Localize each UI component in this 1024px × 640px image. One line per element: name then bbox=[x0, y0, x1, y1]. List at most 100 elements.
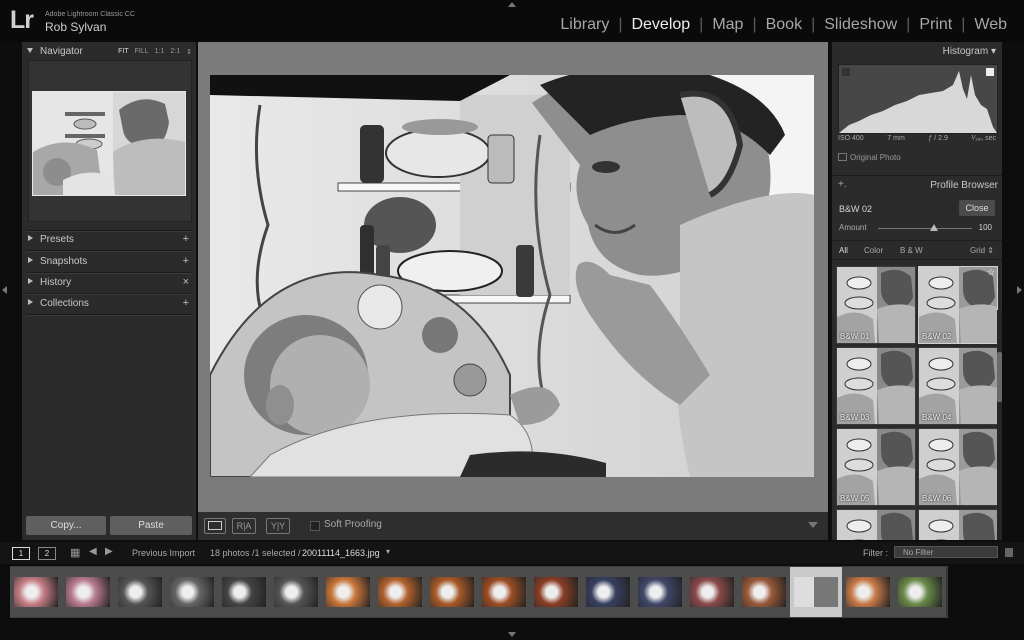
soft-proofing-label: Soft Proofing bbox=[324, 519, 382, 530]
filter-color[interactable]: Color bbox=[864, 246, 883, 255]
filmstrip-thumbnail[interactable] bbox=[166, 567, 219, 617]
filter-bw[interactable]: B & W bbox=[900, 246, 923, 255]
profile-thumbnail[interactable]: B&W 06 bbox=[918, 428, 998, 506]
snapshots-header[interactable]: Snapshots + bbox=[22, 252, 196, 272]
filter-lock-icon[interactable] bbox=[1005, 548, 1013, 557]
original-photo-toggle[interactable]: Original Photo bbox=[838, 153, 901, 162]
zoom-fill[interactable]: FILL bbox=[135, 48, 149, 56]
filename-dropdown-icon[interactable]: ▾ bbox=[386, 547, 390, 556]
profile-preview-image bbox=[919, 510, 997, 540]
paste-settings-button[interactable]: Paste bbox=[110, 516, 192, 535]
main-photo[interactable] bbox=[210, 75, 814, 477]
zoom-2-1[interactable]: 2:1 bbox=[170, 48, 180, 56]
profile-thumbnail[interactable] bbox=[836, 509, 916, 540]
toolbar-options-chevron-icon[interactable] bbox=[808, 522, 818, 528]
module-book[interactable]: Book bbox=[757, 16, 811, 34]
soft-proofing-checkbox[interactable] bbox=[310, 521, 320, 531]
filmstrip-source[interactable]: Previous Import bbox=[132, 548, 195, 558]
current-profile-name: B&W 02 bbox=[839, 204, 873, 214]
filmstrip-thumbnail[interactable] bbox=[582, 567, 635, 617]
back-arrow-icon[interactable]: ◀ bbox=[89, 546, 97, 557]
second-monitor-button[interactable]: 2 bbox=[38, 547, 56, 560]
filmstrip-thumbnail[interactable] bbox=[894, 567, 947, 617]
zoom-1-1[interactable]: 1:1 bbox=[155, 48, 165, 56]
filmstrip-thumbnail[interactable] bbox=[686, 567, 739, 617]
clear-history-icon[interactable]: × bbox=[183, 276, 189, 288]
filter-dropdown[interactable]: No Filter bbox=[894, 546, 998, 558]
amount-slider-knob[interactable] bbox=[930, 224, 939, 231]
add-snapshot-icon[interactable]: + bbox=[183, 255, 189, 267]
profile-scrollbar[interactable] bbox=[997, 310, 1002, 540]
profile-name: B&W 01 bbox=[840, 332, 870, 341]
before-after-lr-button[interactable]: R|A bbox=[232, 518, 256, 534]
copy-settings-button[interactable]: Copy... bbox=[26, 516, 106, 535]
profile-view-dropdown[interactable]: Grid ⇕ bbox=[970, 246, 994, 255]
collections-header[interactable]: Collections + bbox=[22, 294, 196, 314]
add-preset-icon[interactable]: + bbox=[183, 233, 189, 245]
navigator-header[interactable]: Navigator FIT FILL 1:1 2:1 ⇕ bbox=[22, 42, 196, 62]
module-web[interactable]: Web bbox=[965, 16, 1016, 34]
profile-thumbnail[interactable] bbox=[918, 509, 998, 540]
profile-browser-close-button[interactable]: Close bbox=[959, 200, 995, 216]
histogram-title-text: Histogram bbox=[942, 46, 989, 57]
filmstrip-thumbnail[interactable] bbox=[530, 567, 583, 617]
zoom-more[interactable]: ⇕ bbox=[186, 48, 192, 56]
favorite-star-icon[interactable]: ☆ bbox=[987, 267, 995, 278]
module-slideshow[interactable]: Slideshow bbox=[815, 16, 906, 34]
thumbnail-image bbox=[690, 577, 734, 607]
collapse-bottom-arrow[interactable] bbox=[508, 632, 516, 637]
filmstrip-thumbnail[interactable] bbox=[842, 567, 895, 617]
module-library[interactable]: Library bbox=[551, 16, 618, 34]
add-profile-icon[interactable]: +. bbox=[838, 179, 847, 190]
profile-thumbnail[interactable]: B&W 03 bbox=[836, 347, 916, 425]
collapse-right-arrow[interactable] bbox=[1017, 286, 1022, 294]
main-monitor-button[interactable]: 1 bbox=[12, 547, 30, 560]
loupe-view-button[interactable] bbox=[204, 518, 226, 534]
filmstrip-thumbnail[interactable] bbox=[634, 567, 687, 617]
thumbnail-image bbox=[586, 577, 630, 607]
profile-thumbnail[interactable]: B&W 01 bbox=[836, 266, 916, 344]
app-name: Adobe Lightroom Classic CC bbox=[45, 11, 135, 18]
filmstrip-thumbnail[interactable] bbox=[790, 567, 843, 617]
collapse-top-arrow[interactable] bbox=[508, 2, 516, 7]
filmstrip-header: 1 2 ▦ ◀ ▶ Previous Import 18 photos /1 s… bbox=[0, 542, 1024, 564]
filmstrip-thumbnail[interactable] bbox=[62, 567, 115, 617]
filmstrip-thumbnail[interactable] bbox=[218, 567, 271, 617]
collections-label: Collections bbox=[40, 298, 89, 309]
profile-thumbnail[interactable]: B&W 05 bbox=[836, 428, 916, 506]
module-develop[interactable]: Develop bbox=[622, 16, 699, 34]
zoom-fit[interactable]: FIT bbox=[118, 48, 129, 56]
profile-thumbnail[interactable]: B&W 02 ☆ bbox=[918, 266, 998, 344]
filmstrip-thumbnail[interactable] bbox=[738, 567, 791, 617]
filmstrip-thumbnail[interactable] bbox=[10, 567, 63, 617]
amount-value[interactable]: 100 bbox=[979, 223, 992, 232]
shadow-clipping-icon[interactable] bbox=[842, 68, 850, 76]
histogram-graph[interactable] bbox=[838, 64, 998, 134]
filmstrip-thumbnail[interactable] bbox=[426, 567, 479, 617]
filmstrip-thumbnail[interactable] bbox=[478, 567, 531, 617]
history-header[interactable]: History × bbox=[22, 273, 196, 293]
histogram-title[interactable]: Histogram ▾ bbox=[943, 46, 996, 57]
profile-name: B&W 05 bbox=[840, 494, 870, 503]
module-print[interactable]: Print bbox=[910, 16, 961, 34]
filter-all[interactable]: All bbox=[839, 246, 848, 255]
navigator-thumbnail[interactable] bbox=[32, 91, 186, 196]
filmstrip-thumbnail[interactable] bbox=[374, 567, 427, 617]
before-after-tb-button[interactable]: Y|Y bbox=[266, 518, 290, 534]
photo-thumbnail-image bbox=[33, 92, 185, 195]
collapse-left-arrow[interactable] bbox=[2, 286, 7, 294]
highlight-clipping-icon[interactable] bbox=[986, 68, 994, 76]
profile-thumbnail[interactable]: B&W 04 bbox=[918, 347, 998, 425]
grid-view-icon[interactable]: ▦ bbox=[70, 546, 80, 559]
filmstrip-thumbnail[interactable] bbox=[322, 567, 375, 617]
add-collection-icon[interactable]: + bbox=[183, 297, 189, 309]
scrollbar-thumb[interactable] bbox=[997, 352, 1002, 402]
original-photo-checkbox[interactable] bbox=[838, 153, 847, 161]
amount-slider[interactable] bbox=[878, 224, 972, 231]
forward-arrow-icon[interactable]: ▶ bbox=[105, 546, 113, 557]
filmstrip-thumbnail[interactable] bbox=[270, 567, 323, 617]
module-map[interactable]: Map bbox=[703, 16, 752, 34]
filmstrip-thumbnail[interactable] bbox=[114, 567, 167, 617]
presets-header[interactable]: Presets + bbox=[22, 230, 196, 250]
selected-filename[interactable]: 20011114_1663.jpg bbox=[302, 548, 380, 558]
